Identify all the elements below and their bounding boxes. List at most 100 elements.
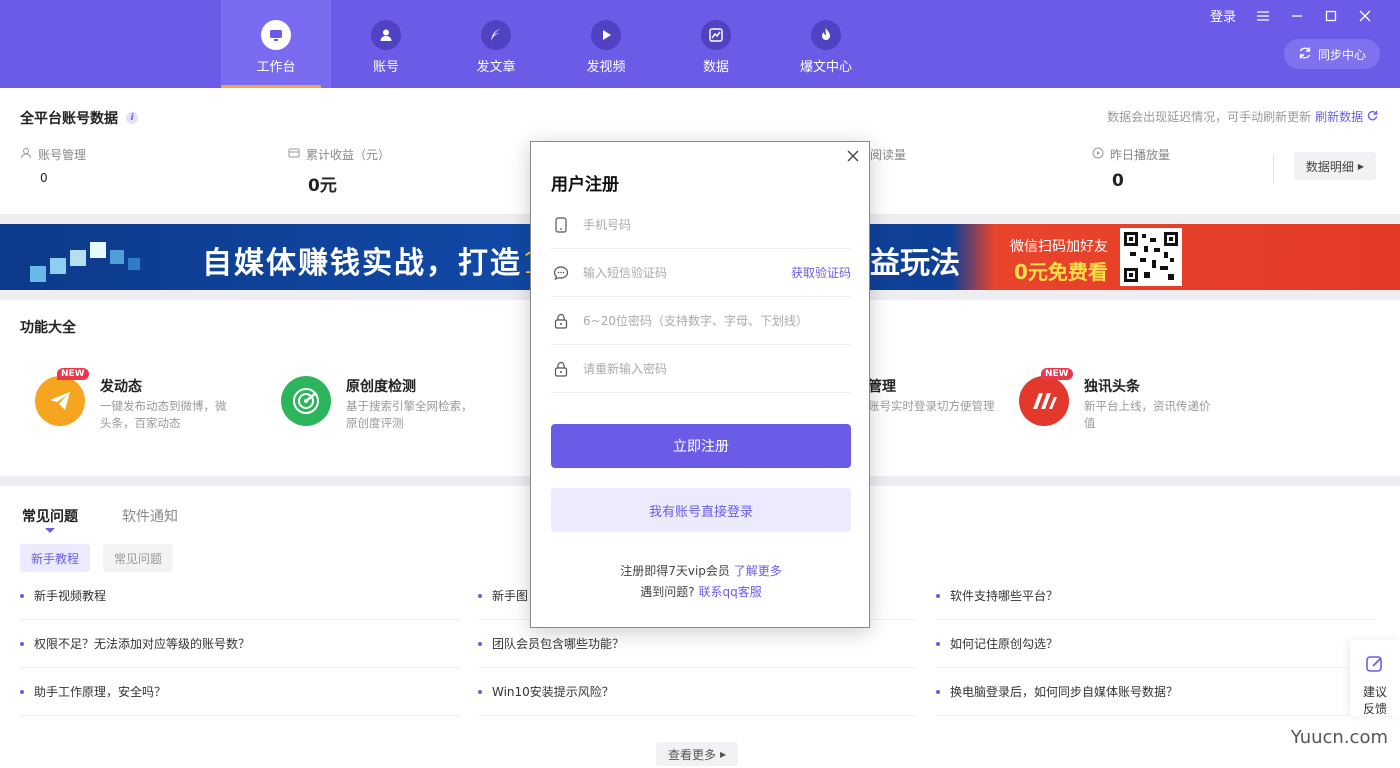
tab-data[interactable]: 数据 [661,0,771,88]
stat-plays: 昨日播放量 0 [1092,146,1170,191]
chart-icon [701,20,731,50]
duxun-logo-icon [1019,376,1069,426]
stat-reads: 阅读量 [870,146,906,163]
sms-code-input[interactable] [583,265,793,280]
close-icon[interactable] [1358,9,1372,23]
cubes-graphic [30,242,140,282]
tab-faq[interactable]: 常见问题 [22,506,78,526]
play-circle-icon [1092,147,1104,162]
lock-icon [553,361,569,377]
lock-icon [553,313,569,329]
faq-item[interactable]: 权限不足？无法添加对应等级的账号数？ [20,620,460,668]
register-dialog: 用户注册 获取验证码 立即注册 我有账号直接登录 注册即得7天vip会员 了解更… [530,141,870,628]
stat-label: 累计收益（元） [306,148,391,162]
feature-post-status[interactable]: NEW 发动态 一键发布动态到微博，微头条，百家动态 [35,368,265,436]
top-navigation-bar: 工作台 账号 发文章 发视频 数据 爆文中心 登录 同步中心 [0,0,1400,88]
help-text: 遇到问题? 联系qq客服 [531,583,871,600]
tab-label: 发视频 [586,60,626,75]
feather-icon [481,20,511,50]
pill-common-questions[interactable]: 常见问题 [103,544,174,572]
user-icon [371,20,401,50]
dialog-title: 用户注册 [551,175,619,195]
faq-item[interactable]: 如何记住原创勾选？ [936,620,1376,668]
feedback-button[interactable]: 建议 反馈 [1350,640,1400,716]
banner-headline: 自媒体赚钱实战，打造10 [202,246,566,281]
vip-promo-text: 注册即得7天vip会员 了解更多 [531,562,871,579]
sms-code-field: 获取验证码 [551,249,851,297]
stat-label: 昨日播放量 [1110,148,1171,162]
tab-software-notice[interactable]: 软件通知 [122,506,178,526]
edit-icon [1365,654,1385,677]
data-detail-button[interactable]: 数据明细 ▶ [1294,152,1376,180]
confirm-password-field [551,345,851,393]
faq-item[interactable]: 助手工作原理，安全吗？ [20,668,460,716]
sync-center-button[interactable]: 同步中心 [1284,39,1380,69]
refresh-data-link[interactable]: 刷新数据 [1315,110,1363,124]
get-code-link[interactable]: 获取验证码 [791,264,851,281]
login-link[interactable]: 登录 [1210,6,1236,25]
stat-value: 0 [40,171,48,185]
feedback-label-1: 建议 [1362,685,1387,699]
password-input[interactable] [583,313,843,328]
view-more-button[interactable]: 查看更多 ▶ [656,742,739,766]
learn-more-link[interactable]: 了解更多 [734,564,782,578]
caret-right-icon: ▶ [1357,161,1365,171]
radar-icon [281,376,331,426]
stat-earnings: 累计收益（元） 0元 [288,146,390,196]
minimize-icon[interactable] [1290,9,1304,23]
feature-name: 独讯头条 [1084,379,1140,395]
stats-note: 数据会出现延迟情况，可手动刷新更新 刷新数据 [1107,108,1378,125]
view-more-label: 查看更多 [668,747,717,762]
banner-headline-tail: 益玩法 [870,246,960,281]
help-question: 遇到问题? [640,585,695,599]
banner-wechat-text: 微信扫码加好友 [1010,239,1108,255]
phone-input[interactable] [583,217,793,232]
qr-code [1120,228,1182,286]
tab-publish-article[interactable]: 发文章 [441,0,551,88]
feature-desc: 新平台上线，资讯传递价值 [1084,399,1211,430]
faq-item[interactable]: 软件支持哪些平台？ [936,572,1376,620]
maximize-icon[interactable] [1324,9,1338,23]
close-icon[interactable] [845,148,861,164]
menu-icon[interactable] [1256,9,1270,23]
stats-title-text: 全平台账号数据 [20,111,118,127]
detail-label: 数据明细 [1305,159,1354,174]
tab-label: 爆文中心 [799,60,852,75]
message-icon [553,265,569,281]
active-tab-indicator [45,528,55,533]
stat-label: 阅读量 [870,148,907,162]
features-title: 功能大全 [20,320,76,336]
tab-label: 账号 [372,60,399,75]
divider [1273,154,1274,184]
pill-beginner-tutorial[interactable]: 新手教程 [20,544,91,572]
stat-accounts: 账号管理 0 [20,146,86,185]
faq-item[interactable]: 新手视频教程 [20,572,460,620]
feedback-label-2: 反馈 [1362,702,1387,716]
register-button[interactable]: 立即注册 [551,424,851,468]
refresh-icon [1298,46,1312,63]
tab-account[interactable]: 账号 [331,0,441,88]
stats-note-text: 数据会出现延迟情况，可手动刷新更新 [1107,110,1312,124]
paper-plane-icon [35,376,85,426]
refresh-icon[interactable] [1367,110,1378,124]
faq-item[interactable]: Win10安装提示风险？ [478,668,918,716]
confirm-password-input[interactable] [583,361,793,376]
login-direct-button[interactable]: 我有账号直接登录 [551,488,851,532]
banner-free-text: 0元免费看 [1014,260,1108,284]
contact-support-link[interactable]: 联系qq客服 [698,585,761,599]
tab-publish-video[interactable]: 发视频 [551,0,661,88]
tab-label: 发文章 [476,60,516,75]
feature-name: 发动态 [100,379,142,395]
info-icon[interactable]: i [126,112,138,124]
watermark: Yuucn.com [1290,727,1388,748]
main-nav-tabs: 工作台 账号 发文章 发视频 数据 爆文中心 [221,0,881,88]
tab-workbench[interactable]: 工作台 [221,0,331,88]
faq-item[interactable]: 换电脑登录后，如何同步自媒体账号数据？ [936,668,1376,716]
stat-label: 账号管理 [38,148,87,162]
tab-hot-articles[interactable]: 爆文中心 [771,0,881,88]
feature-desc: 基于搜索引擎全网检索，原创度评测 [346,399,473,430]
feature-duxun-toutiao[interactable]: NEW 独讯头条 新平台上线，资讯传递价值 [1019,368,1249,436]
monitor-icon [261,20,291,50]
feature-originality-check[interactable]: 原创度检测 基于搜索引擎全网检索，原创度评测 [281,376,511,436]
vip-text: 注册即得7天vip会员 [620,564,730,578]
